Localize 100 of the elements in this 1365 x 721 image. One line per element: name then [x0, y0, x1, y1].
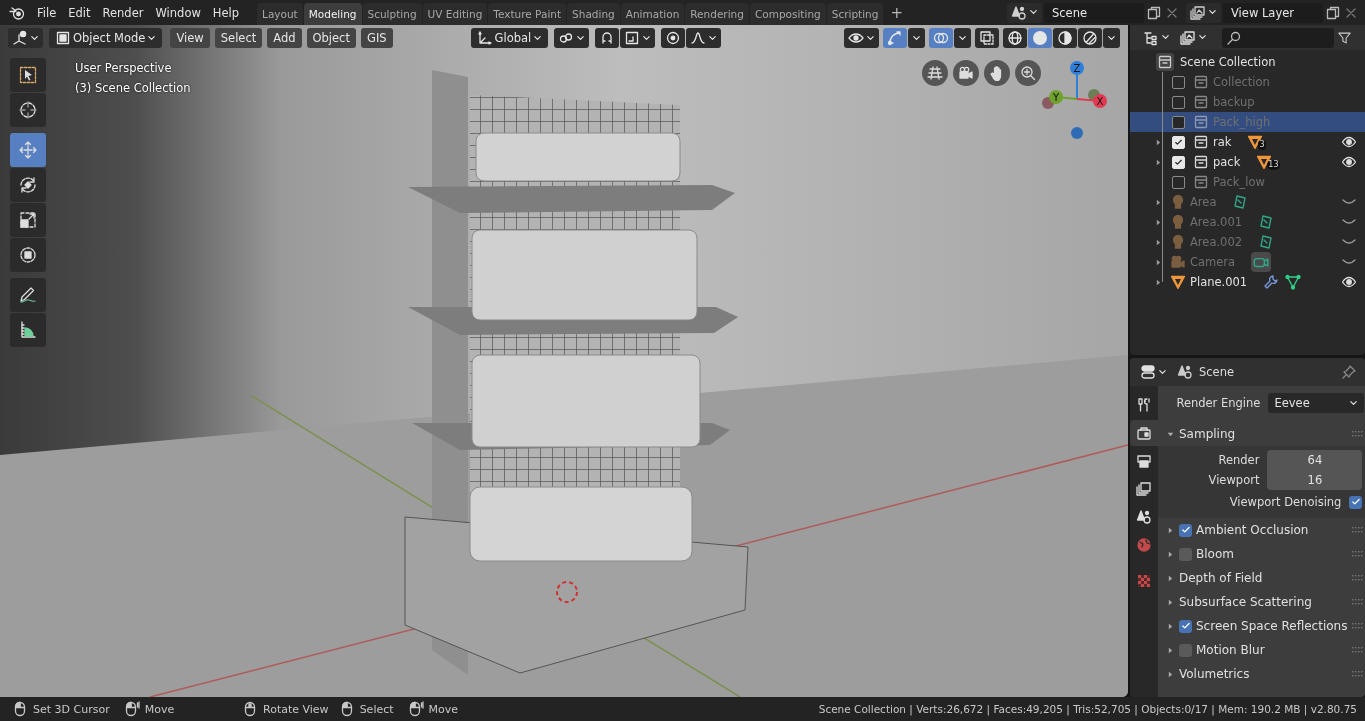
panel-header[interactable]: Depth of Field: [1164, 566, 1365, 590]
panel-header[interactable]: Subsurface Scattering: [1164, 590, 1365, 614]
panel-header[interactable]: Volumetrics: [1164, 662, 1365, 686]
outliner-row[interactable]: pack 13: [1130, 152, 1365, 172]
overlay-toggle[interactable]: [929, 28, 953, 48]
wrench-icon[interactable]: [1263, 274, 1280, 290]
render-engine-dropdown[interactable]: Eevee: [1268, 393, 1365, 413]
expand-arrow-icon[interactable]: [1154, 217, 1163, 227]
editor-type-button[interactable]: [8, 28, 43, 48]
gizmo-toggle[interactable]: [883, 28, 907, 48]
mesh-data-icon[interactable]: [1285, 274, 1302, 290]
expand-arrow-icon[interactable]: [1154, 157, 1163, 167]
outliner-row[interactable]: Scene Collection: [1130, 52, 1365, 72]
scene-selector-button[interactable]: [1007, 2, 1042, 23]
annotate-tool[interactable]: [10, 278, 46, 312]
xray-toggle[interactable]: [975, 28, 999, 48]
overlay-icon: [933, 30, 949, 46]
exclude-checkbox[interactable]: [1172, 75, 1185, 89]
shading-material-button[interactable]: [1053, 28, 1077, 48]
viewport-menu[interactable]: Add: [267, 28, 302, 48]
viewport-menu[interactable]: View: [170, 28, 210, 48]
expand-arrow-icon[interactable]: [1154, 277, 1163, 287]
workspace-tab[interactable]: Animation: [620, 3, 685, 25]
expand-arrow-icon[interactable]: [1154, 257, 1163, 267]
expand-arrow-icon[interactable]: [1154, 237, 1163, 247]
outliner-row[interactable]: Plane.001: [1130, 272, 1365, 292]
mode-dropdown[interactable]: Object Mode: [49, 28, 163, 48]
panel-checkbox[interactable]: [1179, 643, 1192, 657]
workspace-tab[interactable]: UV Editing: [422, 3, 488, 25]
workspace-tab[interactable]: Scripting: [826, 3, 884, 25]
panel-checkbox[interactable]: [1179, 619, 1192, 633]
exclude-checkbox[interactable]: [1172, 115, 1185, 129]
duplicate-icon[interactable]: [1325, 4, 1341, 21]
scale-tool[interactable]: [10, 203, 46, 237]
shading-wireframe-button[interactable]: [1003, 28, 1027, 48]
cursor-tool[interactable]: [10, 93, 46, 127]
eye-icon[interactable]: [1341, 154, 1357, 170]
menu-item[interactable]: Render: [96, 2, 150, 23]
outliner-row[interactable]: rak 3: [1130, 132, 1365, 152]
workspace-tab[interactable]: Modeling: [303, 3, 362, 25]
eye-icon[interactable]: [1341, 134, 1357, 150]
rotate-tool[interactable]: [10, 168, 46, 202]
search-field[interactable]: [1222, 27, 1334, 48]
shading-options-button[interactable]: [1103, 28, 1120, 48]
expand-arrow-icon[interactable]: [1154, 137, 1163, 147]
panel-header[interactable]: Bloom: [1164, 542, 1365, 566]
visibility-button[interactable]: [844, 28, 879, 48]
panel-header[interactable]: Ambient Occlusion: [1164, 518, 1365, 542]
workspace-tab[interactable]: Rendering: [685, 3, 749, 25]
scene-name-field[interactable]: Scene: [1044, 2, 1144, 23]
menu-item[interactable]: Edit: [62, 2, 97, 23]
number-field[interactable]: 16: [1267, 470, 1363, 490]
render-properties-tab[interactable]: [1130, 420, 1158, 446]
falloff-button[interactable]: [686, 28, 722, 48]
transform-tool[interactable]: [10, 238, 46, 272]
snap-target-button[interactable]: [620, 28, 656, 48]
measure-tool[interactable]: [10, 313, 46, 347]
shading-rendered-button[interactable]: [1078, 28, 1102, 48]
filter-icon[interactable]: [1338, 29, 1351, 46]
add-workspace-button[interactable]: +: [884, 3, 909, 23]
panel-checkbox[interactable]: [1179, 523, 1192, 537]
workspace-tab[interactable]: Sculpting: [362, 3, 422, 25]
panel-header[interactable]: Motion Blur: [1164, 638, 1365, 662]
checkbox[interactable]: [1349, 495, 1363, 509]
overlay-options-button[interactable]: [954, 28, 971, 48]
snap-target-icon: [624, 30, 641, 46]
camera-data-icon[interactable]: [1251, 252, 1272, 272]
exclude-checkbox[interactable]: [1172, 175, 1185, 189]
viewport-menu[interactable]: Select: [214, 28, 263, 48]
pivot-button[interactable]: [554, 28, 590, 48]
navigation-gizmo[interactable]: Z Y X: [1042, 61, 1107, 139]
expand-arrow-icon[interactable]: [1154, 197, 1163, 207]
workspace-tab[interactable]: Compositing: [749, 3, 826, 25]
snap-toggle[interactable]: [595, 28, 620, 48]
proportional-edit-toggle[interactable]: [661, 28, 686, 48]
view-layer-selector-button[interactable]: [1186, 2, 1221, 23]
panel-header[interactable]: Screen Space Reflections: [1164, 614, 1365, 638]
workspace-tab[interactable]: Texture Paint: [488, 3, 567, 25]
menu-item[interactable]: File: [31, 2, 63, 23]
light-data-icon[interactable]: [1258, 234, 1275, 250]
number-field[interactable]: 64: [1267, 450, 1363, 470]
light-data-icon[interactable]: [1232, 194, 1249, 210]
viewport-menu[interactable]: GIS: [360, 28, 393, 48]
workspace-tab[interactable]: Layout: [257, 3, 303, 25]
orientation-dropdown[interactable]: Global: [470, 28, 549, 48]
pin-icon[interactable]: [1341, 364, 1357, 380]
workspace-tab[interactable]: Shading: [567, 3, 620, 25]
light-data-icon[interactable]: [1258, 214, 1275, 230]
eye-icon[interactable]: [1341, 274, 1357, 290]
duplicate-icon[interactable]: [1146, 4, 1162, 21]
menu-item[interactable]: Window: [149, 2, 207, 23]
panel-header[interactable]: Sampling: [1164, 422, 1365, 446]
gizmo-options-button[interactable]: [908, 28, 925, 48]
select-tool[interactable]: [10, 58, 46, 92]
viewport-menu[interactable]: Object: [306, 28, 356, 48]
editor-type-button[interactable]: [1138, 362, 1169, 382]
panel-checkbox[interactable]: [1179, 547, 1192, 561]
menu-item[interactable]: Help: [206, 2, 246, 23]
view-layer-name-field[interactable]: View Layer: [1223, 2, 1323, 23]
exclude-checkbox[interactable]: [1172, 95, 1185, 109]
